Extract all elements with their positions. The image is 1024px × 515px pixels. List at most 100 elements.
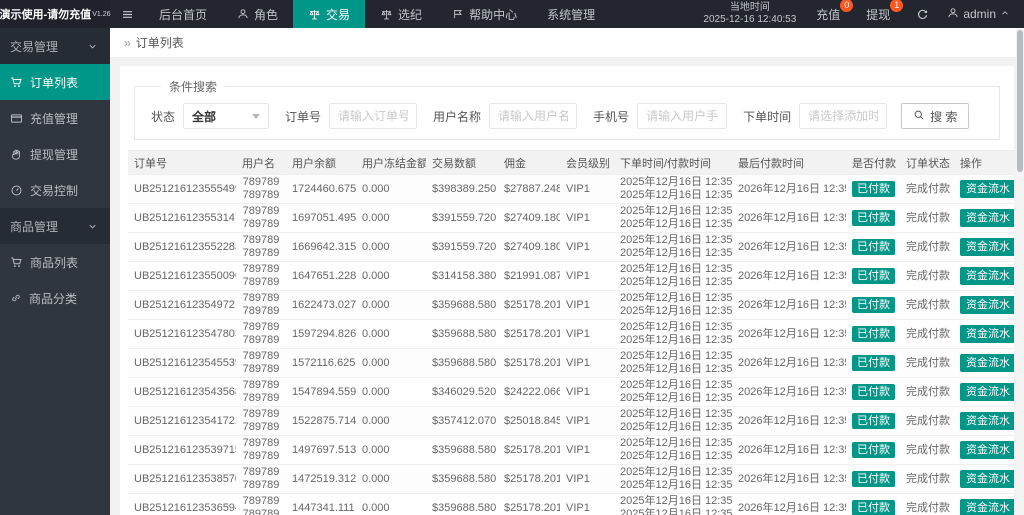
hamburger-menu-icon[interactable] [110,0,144,28]
phone-label: 手机号 [593,109,630,124]
nav-item-role[interactable]: 角色 [222,0,293,28]
recharge-label: 充值 [816,7,841,22]
cell-action: 资金流水 [954,174,1014,204]
sidebar-item-label: 充值管理 [30,111,79,126]
fund-flow-button[interactable]: 资金流水 [960,441,1014,459]
sidebar-section-label: 商品管理 [10,219,59,234]
paid-badge: 已付款 [852,210,895,226]
fund-flow-button[interactable]: 资金流水 [960,296,1014,314]
cell-commission: $25018.845 [498,406,560,436]
cell-commission: $25178.201 [498,290,560,320]
fund-flow-button[interactable]: 资金流水 [960,470,1014,488]
withdraw-link[interactable]: 提现 1 [866,0,904,23]
chevron-down-icon [87,221,98,232]
nav-item-records[interactable]: 选纪 [365,0,437,28]
status-select[interactable]: 全部 [183,103,270,129]
order-time: 2025年12月16日 12:35:52 [620,234,732,246]
cell-level: VIP1 [560,377,614,407]
recharge-link[interactable]: 充值 0 [816,0,854,23]
order-time-input[interactable] [799,103,888,129]
table-row: UB2512161235497217 789789 789789 1622473… [128,290,1014,320]
flag-icon [452,8,464,20]
cell-last-pay-time: 2026年12月16日 12:35:36 [732,493,846,515]
order-time: 2025年12月16日 12:35:55 [620,176,732,188]
nav-item-label: 角色 [254,7,279,22]
nav-item-system[interactable]: 系统管理 [532,0,610,28]
cell-frozen: 0.000 [356,348,426,378]
pay-time: 2025年12月16日 12:35:51 [620,276,732,288]
withdraw-label: 提现 [866,7,891,22]
nav-item-trade[interactable]: 交易 [293,0,366,28]
cell-frozen: 0.000 [356,203,426,233]
fund-flow-button[interactable]: 资金流水 [960,238,1014,256]
cell-username: 789789 789789 [236,261,286,291]
username-line1: 789789 [242,408,280,420]
fund-flow-button[interactable]: 资金流水 [960,325,1014,343]
nav-item-help[interactable]: 帮助中心 [437,0,532,28]
cell-commission: $27887.248 [498,174,560,204]
search-button[interactable]: 搜 索 [901,103,970,129]
username-line2: 789789 [242,421,280,433]
cell-status: 完成付款 [900,406,954,436]
cell-username: 789789 789789 [236,174,286,204]
fund-flow-button[interactable]: 资金流水 [960,412,1014,430]
order-time: 2025年12月16日 12:35:50 [620,263,732,275]
fund-flow-button[interactable]: 资金流水 [960,209,1014,227]
sidebar-item-order-list[interactable]: 订单列表 [0,64,110,100]
paid-badge: 已付款 [852,326,895,342]
column-header: 交易数额 [426,150,498,175]
cell-last-pay-time: 2026年12月16日 12:35:49 [732,290,846,320]
table-row: UB2512161235478039 789789 789789 1597294… [128,319,1014,349]
sidebar-section-goods-manage[interactable]: 商品管理 [0,208,110,244]
cell-order-time: 2025年12月16日 12:35:52 2025年12月16日 12:35:5… [614,232,732,262]
sidebar-item-withdraw-manage[interactable]: 提现管理 [0,136,110,172]
cell-username: 789789 789789 [236,203,286,233]
user-menu[interactable]: admin [947,7,1010,22]
fund-flow-button[interactable]: 资金流水 [960,180,1014,198]
cell-status: 完成付款 [900,174,954,204]
fund-flow-button[interactable]: 资金流水 [960,499,1014,515]
cell-last-pay-time: 2026年12月16日 12:35:52 [732,232,846,262]
cell-action: 资金流水 [954,319,1014,349]
column-header: 操作 [954,150,1014,175]
cell-order-time: 2025年12月16日 12:35:39 2025年12月16日 12:35:4… [614,435,732,465]
page-title: 订单列表 [135,36,184,50]
nav-item-home[interactable]: 后台首页 [144,0,222,28]
cell-order-time: 2025年12月16日 12:35:50 2025年12月16日 12:35:5… [614,261,732,291]
order-no-input[interactable] [329,103,418,129]
cell-commission: $24222.066 [498,377,560,407]
cell-action: 资金流水 [954,261,1014,291]
sidebar-item-trade-control[interactable]: 交易控制 [0,172,110,208]
sidebar-item-recharge-manage[interactable]: 充值管理 [0,100,110,136]
search-panel: 条件搜索 状态 全部 订单号 用户名称 手机号 下单时间 [134,78,1000,140]
link-icon [10,292,22,304]
refresh-icon[interactable] [916,8,929,21]
scrollbar-thumb[interactable] [1017,30,1023,172]
fund-flow-button[interactable]: 资金流水 [960,354,1014,372]
fund-flow-button[interactable]: 资金流水 [960,383,1014,401]
cell-commission: $25178.201 [498,435,560,465]
cell-order-no: UB2512161235522835 [128,232,236,262]
cell-paid: 已付款 [846,174,900,204]
phone-input[interactable] [637,103,728,129]
user-icon [237,8,249,20]
cell-balance: 1724460.675 [286,174,356,204]
username-line2: 789789 [242,276,280,288]
cell-amount: $391559.720 [426,203,498,233]
cell-last-pay-time: 2026年12月16日 12:35:38 [732,464,846,494]
paid-badge: 已付款 [852,297,895,313]
cell-level: VIP1 [560,348,614,378]
main-content: » 订单列表 条件搜索 状态 全部 订单号 用户名称 手机号 下单时间 [110,28,1024,515]
fund-flow-button[interactable]: 资金流水 [960,267,1014,285]
cell-paid: 已付款 [846,319,900,349]
table-row: UB2512161235522835 789789 789789 1669642… [128,232,1014,262]
cell-status: 完成付款 [900,203,954,233]
vertical-scrollbar[interactable] [1016,28,1024,515]
chevron-down-icon [87,41,98,52]
sidebar-item-goods-list[interactable]: 商品列表 [0,244,110,280]
cell-last-pay-time: 2026年12月16日 12:35:47 [732,319,846,349]
cell-status: 完成付款 [900,377,954,407]
sidebar-item-goods-category[interactable]: 商品分类 [0,280,110,316]
user-name-input[interactable] [489,103,578,129]
sidebar-section-trade-manage[interactable]: 交易管理 [0,28,110,64]
